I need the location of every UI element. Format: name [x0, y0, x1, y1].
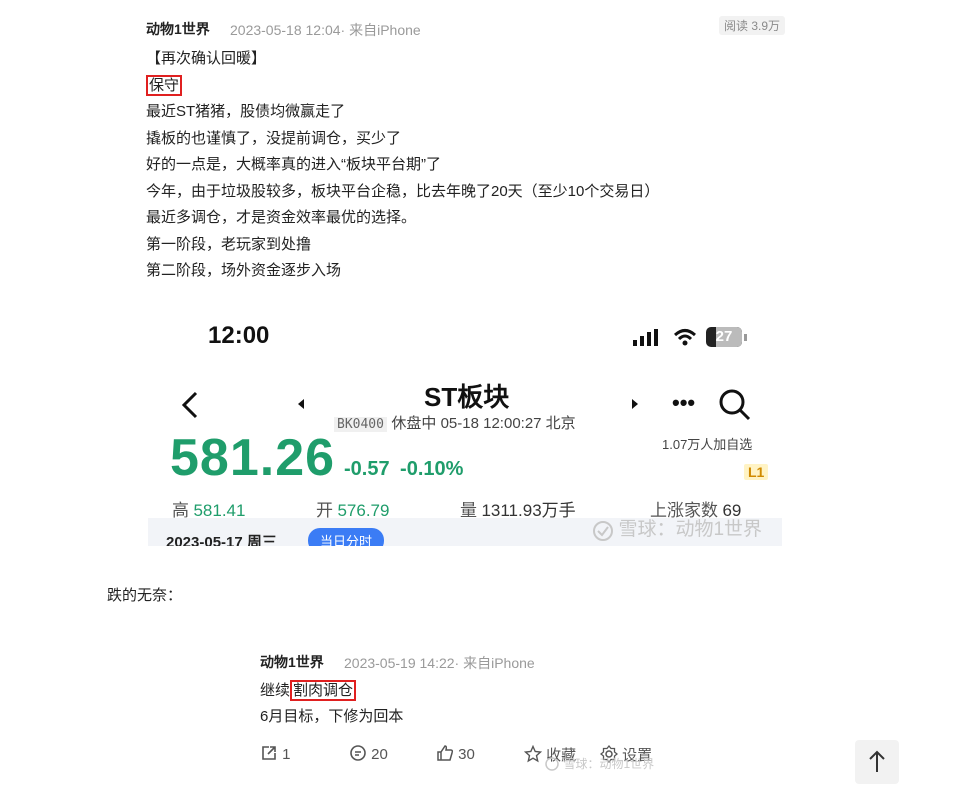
thumbs-up-icon: [437, 745, 454, 761]
comment-button[interactable]: 20: [349, 744, 388, 763]
post1-line: 好的一点是，大概率真的进入“板块平台期”了: [146, 156, 441, 173]
star-icon: [523, 744, 543, 763]
stock-screenshot: 12:00 27 ST板块 BK0400 休盘中 05-18 12:00:27 …: [148, 302, 782, 546]
post1-author[interactable]: 动物1世界: [146, 19, 210, 39]
xueqiu-logo-icon: [545, 757, 559, 771]
post1-meta: 2023-05-18 12:04· 来自iPhone: [230, 22, 421, 38]
back-chevron-icon[interactable]: [178, 390, 202, 420]
phone-clock: 12:00: [208, 322, 270, 349]
share-icon: [262, 746, 276, 760]
comment-icon: [350, 745, 366, 761]
like-button[interactable]: 30: [436, 744, 475, 763]
post1-line: 最近多调仓，才是资金效率最优的选择。: [146, 209, 417, 226]
arrow-up-icon: [869, 750, 885, 772]
next-arrow-icon[interactable]: [630, 398, 640, 410]
more-icon[interactable]: •••: [672, 390, 695, 416]
post1-line-highlight: 保守: [146, 73, 659, 100]
post1-line: 【再次确认回暖】: [146, 50, 267, 67]
post1-line: 撬板的也谨慎了，没提前调仓，买少了: [146, 129, 402, 147]
post2-line1: 继续 割肉调仓: [260, 678, 357, 705]
share-button[interactable]: 1: [260, 744, 291, 763]
sector-title: ST板块: [424, 382, 510, 412]
highlight-box: 割肉调仓: [290, 680, 357, 701]
sector-subline: BK0400 休盘中 05-18 12:00:27 北京: [334, 412, 576, 433]
signal-icon: [633, 329, 658, 346]
tab-intraday[interactable]: 当日分时: [308, 528, 385, 546]
change-value: -0.57: [344, 458, 390, 480]
post1-line: 第一阶段，老玩家到处撸: [146, 235, 312, 253]
change-percent: -0.10%: [400, 458, 464, 480]
post2-author[interactable]: 动物1世界: [260, 652, 324, 672]
read-count-badge: 阅读 3.9万: [719, 16, 786, 35]
xueqiu-watermark-small: 雪球：动物1世界: [545, 755, 654, 773]
post1-line: 最近ST猪猪，股债均微赢走了: [146, 103, 346, 120]
wifi-icon: [673, 329, 697, 346]
sector-code: BK0400: [334, 417, 387, 432]
battery-level: 27: [715, 328, 733, 345]
post2-meta: 2023-05-19 14:22· 来自iPhone: [344, 655, 535, 671]
post1-body: 【再次确认回暖】 保守 最近ST猪猪，股债均微赢走了 撬板的也谨慎了，没提前调仓…: [146, 46, 659, 285]
search-icon[interactable]: [718, 388, 752, 422]
highlight-box: 保守: [146, 74, 183, 96]
prev-arrow-icon[interactable]: [296, 398, 306, 410]
price-change: -0.57 -0.10%: [344, 458, 463, 481]
caption: 跌的无奈：: [107, 587, 183, 604]
battery-icon: 27: [706, 327, 742, 347]
market-status: 休盘中 05-18 12:00:27 北京: [391, 415, 576, 432]
back-to-top-button[interactable]: [855, 740, 899, 784]
post2-line2: 6月目标，下修为回本: [260, 708, 404, 725]
level-badge: L1: [744, 464, 769, 480]
followers-count: 1.07万人加自选: [662, 437, 753, 452]
index-price: 581.26: [170, 429, 336, 487]
post1-line: 今年，由于垃圾股较多，板块平台企稳，比去年晚了20天（至少10个交易日）: [146, 182, 660, 200]
xueqiu-watermark: 雪球：动物1世界: [592, 514, 762, 542]
trade-date: 2023-05-17 周三: [166, 534, 277, 546]
post1-line: 第二阶段，场外资金逐步入场: [146, 262, 342, 279]
xueqiu-logo-icon: [593, 520, 613, 541]
